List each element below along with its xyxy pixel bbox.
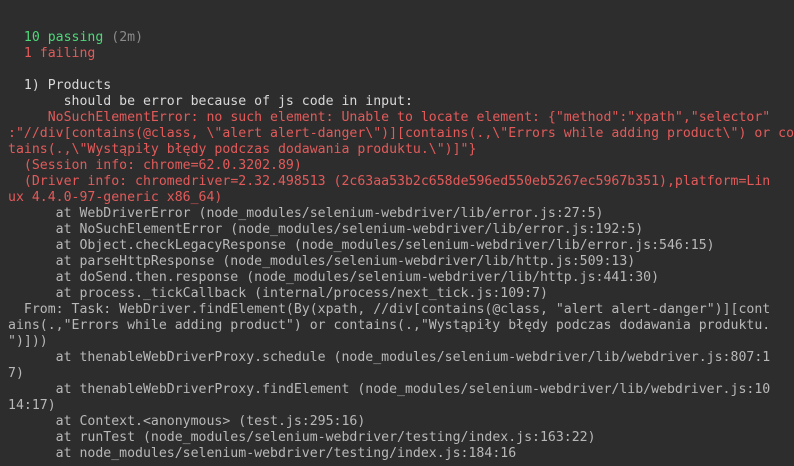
stack-frame-text: at runTest (node_modules/selenium-webdri… [55, 430, 596, 445]
stack-frame: at parseHttpResponse (node_modules/selen… [0, 254, 794, 270]
stack-frame: 7) [0, 366, 794, 382]
stack-frame-text: at Object.checkLegacyResponse (node_modu… [55, 238, 715, 253]
error-message: tains(.,\"Wystąpiły błędy podczas dodawa… [8, 142, 477, 157]
stack-frame: at runTest (node_modules/selenium-webdri… [0, 430, 794, 446]
session-info-line: (Session info: chrome=62.0.3202.89) [0, 158, 794, 174]
stack-frame-text: at process._tickCallback (internal/proce… [55, 286, 548, 301]
stack-frame: at Context.<anonymous> (test.js:295:16) [0, 414, 794, 430]
stack-frame: at Object.checkLegacyResponse (node_modu… [0, 238, 794, 254]
from-task-line: ")])) [0, 334, 794, 350]
stack-frame-text: at thenableWebDriverProxy.schedule (node… [55, 350, 771, 365]
stack-frame-text: at thenableWebDriverProxy.findElement (n… [55, 382, 771, 397]
stack-frame-text: at NoSuchElementError (node_modules/sele… [55, 222, 644, 237]
failure-title-line: 1) Products [0, 78, 794, 94]
failing-summary: 1 failing [0, 46, 794, 62]
stack-frame-text: at WebDriverError (node_modules/selenium… [55, 206, 604, 221]
stack-frame-text: 7) [8, 366, 24, 381]
stack-frame: at doSend.then.response (node_modules/se… [0, 270, 794, 286]
failing-count: 1 failing [23, 46, 96, 61]
from-task-line: ains(.,"Errors while adding product") or… [0, 318, 794, 334]
stack-frame-text: 14:17) [8, 398, 56, 413]
error-message: :"//div[contains(@class, \"alert alert-d… [8, 126, 794, 141]
failure-title: 1) Products [23, 78, 112, 93]
stack-frame: at thenableWebDriverProxy.schedule (node… [0, 350, 794, 366]
stack-frame-text: at node_modules/selenium-webdriver/testi… [55, 446, 517, 461]
test-name-line: should be error because of js code in in… [0, 94, 794, 110]
stack-frame-text: at parseHttpResponse (node_modules/selen… [55, 254, 636, 269]
driver-info-line: ux 4.4.0-97-generic x86_64) [0, 190, 794, 206]
error-message: NoSuchElementError: no such element: Una… [47, 110, 771, 125]
session-info: (Session info: chrome=62.0.3202.89) [23, 158, 302, 173]
error-line: tains(.,\"Wystąpiły błędy podczas dodawa… [0, 142, 794, 158]
from-task-line: From: Task: WebDriver.findElement(By(xpa… [0, 302, 794, 318]
error-line: NoSuchElementError: no such element: Una… [0, 110, 794, 126]
stack-frame: at WebDriverError (node_modules/selenium… [0, 206, 794, 222]
driver-info-line: (Driver info: chromedriver=2.32.498513 (… [0, 174, 794, 190]
driver-info: (Driver info: chromedriver=2.32.498513 (… [23, 174, 771, 189]
stack-frame-text: at Context.<anonymous> (test.js:295:16) [55, 414, 366, 429]
error-line: :"//div[contains(@class, \"alert alert-d… [0, 126, 794, 142]
passing-time: (2m) [111, 30, 144, 45]
stack-frame: at NoSuchElementError (node_modules/sele… [0, 222, 794, 238]
stack-frame: at process._tickCallback (internal/proce… [0, 286, 794, 302]
terminal-window[interactable]: 10 passing (2m) 1 failing 1) Products sh… [0, 0, 794, 466]
test-name: should be error because of js code in in… [63, 94, 413, 109]
passing-summary: 10 passing (2m) [0, 30, 794, 46]
from-task-text: ains(.,"Errors while adding product") or… [8, 318, 771, 333]
stack-frame-text: at doSend.then.response (node_modules/se… [55, 270, 660, 285]
driver-info: ux 4.4.0-97-generic x86_64) [8, 190, 223, 205]
stack-frame: at node_modules/selenium-webdriver/testi… [0, 446, 794, 462]
stack-frame: 14:17) [0, 398, 794, 414]
passing-count: 10 passing [23, 30, 104, 45]
from-task-text: ")])) [8, 334, 48, 349]
from-task-text: From: Task: WebDriver.findElement(By(xpa… [23, 302, 771, 317]
stack-frame: at thenableWebDriverProxy.findElement (n… [0, 382, 794, 398]
